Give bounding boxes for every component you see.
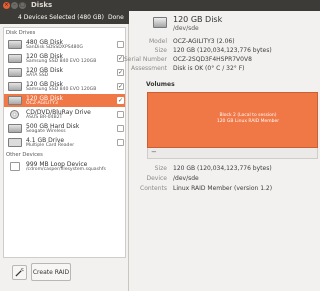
device-model: Samsung SSD 840 EVO 120GB <box>26 59 97 64</box>
title-bar: × – □ Disks <box>0 0 320 11</box>
property-value: OCZ-2SQD3F4HSPR7V0V8 <box>173 56 252 63</box>
device-item[interactable]: 480 GB Disk SanDisk SDSSDXPS480G <box>4 38 125 51</box>
volume-toolbar: − <box>147 148 318 159</box>
device-model: OCZ-AGILITY3 <box>26 101 58 106</box>
property-key: Device <box>146 175 167 182</box>
wand-icon[interactable] <box>12 265 27 280</box>
hard-disk-icon <box>153 17 167 28</box>
device-model: Multiple Card Reader <box>26 143 75 148</box>
maximize-icon[interactable]: □ <box>19 2 26 9</box>
volume-property-row: Size 120 GB (120,034,123,776 bytes) <box>130 165 320 174</box>
device-checkbox[interactable] <box>117 139 124 146</box>
device-item[interactable]: 4.1 GB Drive Multiple Card Reader <box>4 136 125 149</box>
disk-title: 120 GB Disk <box>173 15 223 24</box>
hard-disk-icon <box>8 68 22 77</box>
device-item[interactable]: CD/DVD/BluRay Drive ASUS BR-04B2T <box>4 108 125 121</box>
device-sidebar: 4 Devices Selected (480 GB) Done Disk Dr… <box>0 11 129 291</box>
property-value: /dev/sde <box>173 175 199 182</box>
volume-property-row: Device /dev/sde <box>130 175 320 184</box>
device-model: Samsung SSD 840 EVO 120GB <box>26 87 97 92</box>
volume-block-label: Block 2 (Local to session) 120 GB Linux … <box>216 113 280 124</box>
device-checkbox[interactable]: ✓ <box>117 83 124 90</box>
property-key: Model <box>148 38 167 45</box>
close-icon[interactable]: × <box>3 2 10 9</box>
done-button[interactable]: Done <box>108 14 124 21</box>
device-checkbox[interactable] <box>117 41 124 48</box>
device-checkbox[interactable] <box>117 125 124 132</box>
disk-path: /dev/sde <box>173 25 199 32</box>
property-row: Serial Number OCZ-2SQD3F4HSPR7V0V8 <box>124 56 320 65</box>
hard-disk-icon <box>8 124 22 133</box>
hard-disk-icon <box>8 82 22 91</box>
device-model: Seagate Wireless <box>26 129 66 134</box>
device-model: /cdrom/casper/filesystem.squashfs <box>26 167 106 172</box>
property-value: 120 GB (120,034,123,776 bytes) <box>173 165 272 172</box>
create-raid-button[interactable]: Create RAID <box>31 263 71 281</box>
property-key: Assessment <box>131 65 167 72</box>
disk-details-panel: 120 GB Disk /dev/sde Model OCZ-AGILITY3 … <box>124 11 320 291</box>
device-model: ASUS BR-04B2T <box>26 115 63 120</box>
property-value: Disk is OK (0° C / 32° F) <box>173 65 245 72</box>
device-checkbox[interactable]: ✓ <box>117 69 124 76</box>
volumes-heading: Volumes <box>146 81 175 88</box>
disks-window: 4 Devices Selected (480 GB) Done Disk Dr… <box>0 11 320 291</box>
device-item-selected[interactable]: 120 GB Disk OCZ-AGILITY3 ✓ <box>4 94 125 107</box>
device-model: SATA SSD <box>26 73 49 78</box>
property-row: Size 120 GB (120,034,123,776 bytes) <box>130 47 320 56</box>
device-model: SanDisk SDSSDXPS480G <box>26 45 83 50</box>
device-item[interactable]: 120 GB Disk SATA SSD ✓ <box>4 66 125 79</box>
property-key: Serial Number <box>124 56 167 63</box>
minimize-icon[interactable]: – <box>11 2 18 9</box>
card-reader-icon <box>8 138 22 147</box>
property-row: Assessment Disk is OK (0° C / 32° F) <box>130 65 320 74</box>
hard-disk-icon <box>8 40 22 49</box>
volume-property-row: Contents Linux RAID Member (version 1.2) <box>130 185 320 194</box>
device-item[interactable]: 500 GB Hard Disk Seagate Wireless <box>4 122 125 135</box>
property-key: Contents <box>140 185 167 192</box>
property-value: OCZ-AGILITY3 (2.06) <box>173 38 235 45</box>
optical-drive-icon <box>10 110 19 119</box>
device-item[interactable]: 120 GB Disk Samsung SSD 840 EVO 120GB ✓ <box>4 80 125 93</box>
device-checkbox[interactable] <box>117 111 124 118</box>
device-checkbox[interactable]: ✓ <box>117 97 124 104</box>
device-item[interactable]: 999 MB Loop Device /cdrom/casper/filesys… <box>4 160 125 173</box>
hard-disk-icon <box>8 54 22 63</box>
property-value: 120 GB (120,034,123,776 bytes) <box>173 47 272 54</box>
device-checkbox[interactable]: ✓ <box>117 55 124 62</box>
device-item[interactable]: 120 GB Disk Samsung SSD 840 EVO 120GB ✓ <box>4 52 125 65</box>
property-value: Linux RAID Member (version 1.2) <box>173 185 273 192</box>
property-key: Size <box>154 47 167 54</box>
property-key: Size <box>154 165 167 172</box>
device-list: Disk Drives 480 GB Disk SanDisk SDSSDXPS… <box>3 27 126 258</box>
section-disk-drives: Disk Drives <box>6 30 36 36</box>
hard-disk-icon <box>8 96 22 105</box>
sidebar-actions: Create RAID <box>3 258 126 291</box>
selection-summary: 4 Devices Selected (480 GB) <box>18 14 105 21</box>
volume-block[interactable]: Block 2 (Local to session) 120 GB Linux … <box>147 92 318 148</box>
file-icon <box>10 162 20 171</box>
property-row: Model OCZ-AGILITY3 (2.06) <box>130 38 320 47</box>
window-title: Disks <box>31 1 53 9</box>
section-other-devices: Other Devices <box>6 152 43 158</box>
selection-bar: 4 Devices Selected (480 GB) Done <box>0 11 129 24</box>
minus-icon[interactable]: − <box>151 149 159 157</box>
